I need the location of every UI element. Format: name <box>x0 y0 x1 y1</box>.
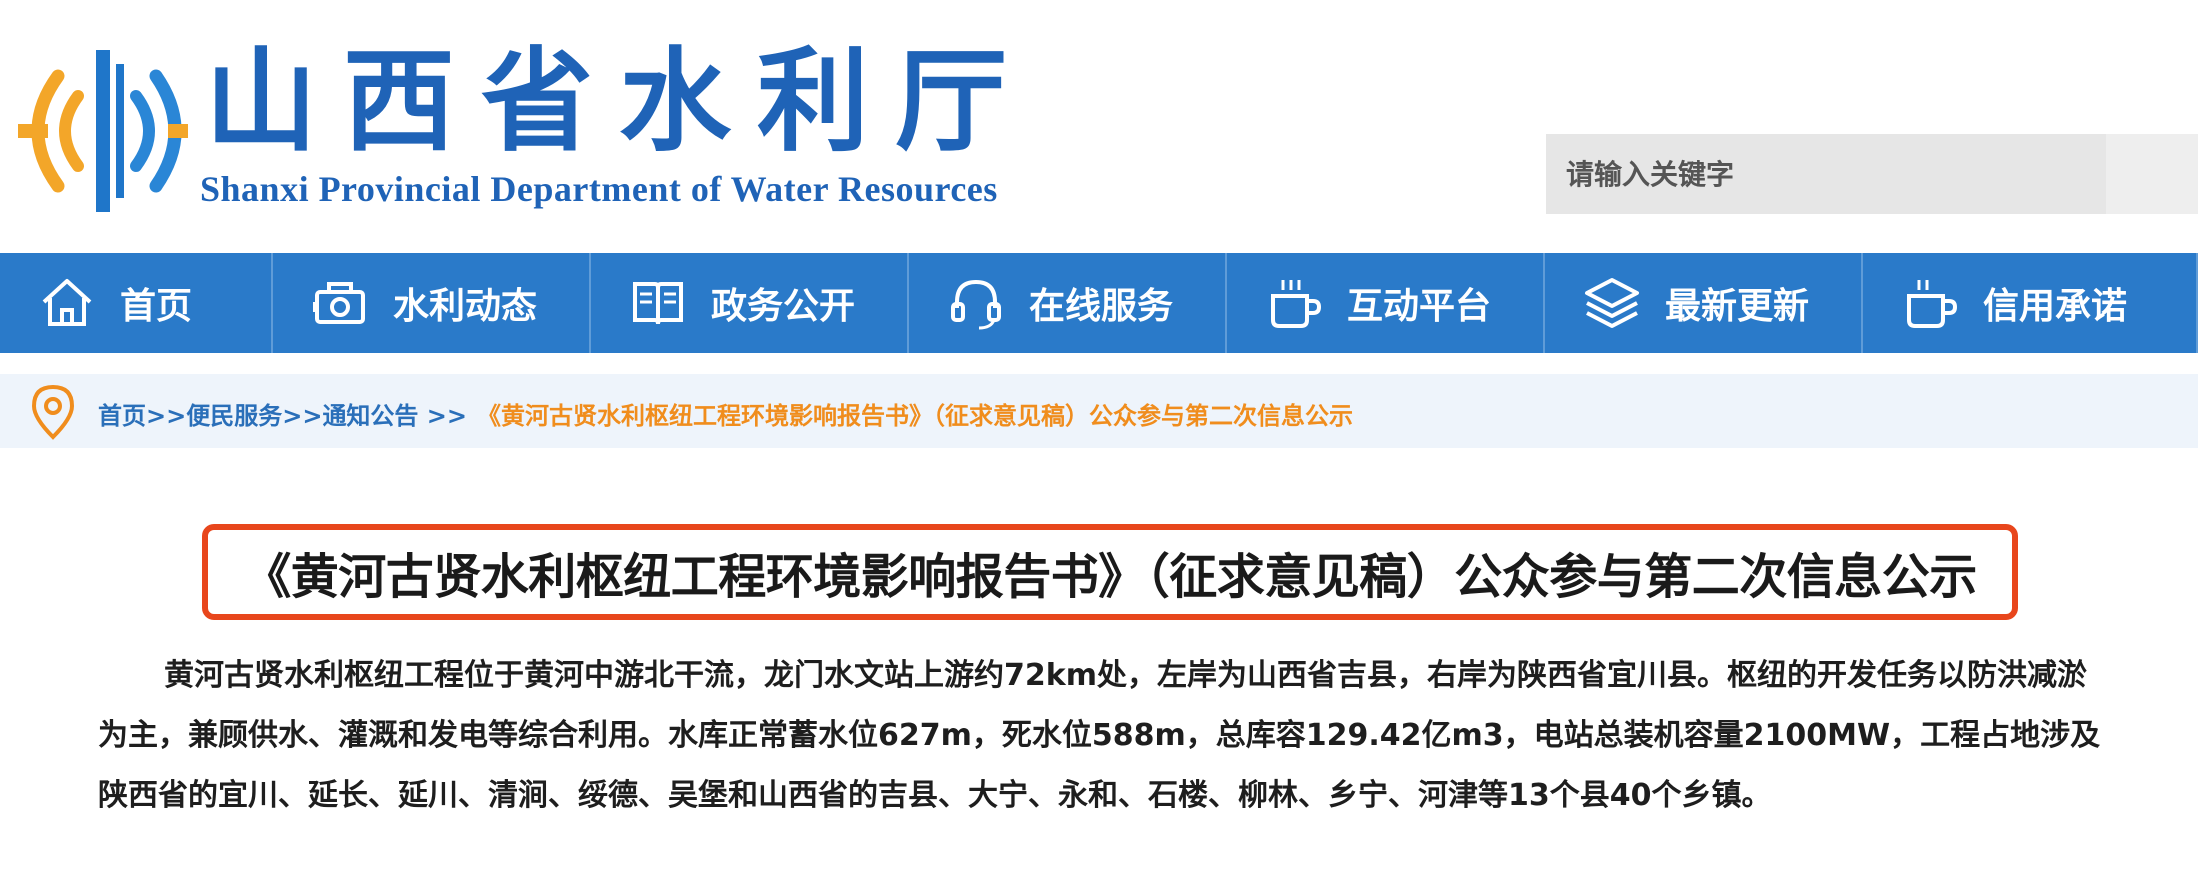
breadcrumb-bar: 首页>>便民服务>>通知公告 >> 《黄河古贤水利枢纽工程环境影响报告书》（征求意… <box>0 374 2198 448</box>
nav-item-home[interactable]: 首页 <box>0 253 273 353</box>
article-title-highlight: 《黄河古贤水利枢纽工程环境影响报告书》（征求意见稿）公众参与第二次信息公示 <box>202 524 2018 620</box>
location-pin-icon <box>31 384 75 440</box>
breadcrumb-separator: >> <box>146 402 187 430</box>
home-icon <box>38 274 96 332</box>
nav-item-label: 在线服务 <box>1029 286 1174 327</box>
breadcrumb-separator: >> <box>426 402 468 430</box>
camera-icon <box>311 274 369 332</box>
headset-icon <box>947 274 1005 332</box>
nav-item-gov-affairs[interactable]: 政务公开 <box>591 253 909 353</box>
breadcrumb: 首页>>便民服务>>通知公告 >> 《黄河古贤水利枢纽工程环境影响报告书》（征求意… <box>98 396 1353 431</box>
breadcrumb-service[interactable]: 便民服务 <box>186 402 282 430</box>
search-input[interactable] <box>1546 134 2106 214</box>
layers-icon <box>1583 274 1641 332</box>
site-logo-title[interactable]: 山西省水利厅 <box>205 38 1033 166</box>
main-nav: 首页 水利动态 政务公开 在线服务 互动平台 最新更新 信用承诺 <box>0 253 2198 353</box>
site-logo-subtitle: Shanxi Provincial Department of Water Re… <box>200 169 998 209</box>
search-box <box>1546 134 2198 214</box>
nav-item-latest-updates[interactable]: 最新更新 <box>1545 253 1863 353</box>
breadcrumb-current: 《黄河古贤水利枢纽工程环境影响报告书》（征求意见稿）公众参与第二次信息公示 <box>477 402 1354 430</box>
water-logo-icon <box>18 50 188 212</box>
breadcrumb-separator: >> <box>282 402 323 430</box>
nav-item-label: 首页 <box>120 286 193 327</box>
article-paragraph: 黄河古贤水利枢纽工程位于黄河中游北干流，龙门水文站上游约72km处，左岸为山西省… <box>98 658 2101 813</box>
breadcrumb-notice[interactable]: 通知公告 <box>322 402 418 430</box>
nav-item-label: 信用承诺 <box>1983 286 2128 327</box>
site-header: 山西省水利厅 Shanxi Provincial Department of W… <box>0 0 2198 252</box>
book-icon <box>629 274 687 332</box>
nav-item-credit-commitment[interactable]: 信用承诺 <box>1863 253 2198 353</box>
nav-item-label: 互动平台 <box>1347 286 1492 327</box>
article-body: 黄河古贤水利枢纽工程位于黄河中游北干流，龙门水文站上游约72km处，左岸为山西省… <box>98 646 2104 826</box>
cup-icon <box>1265 274 1323 332</box>
breadcrumb-home[interactable]: 首页 <box>98 402 146 430</box>
nav-item-label: 政务公开 <box>711 286 856 327</box>
nav-item-water-news[interactable]: 水利动态 <box>273 253 591 353</box>
nav-item-interaction[interactable]: 互动平台 <box>1227 253 1545 353</box>
search-button[interactable] <box>2106 134 2198 214</box>
nav-item-label: 最新更新 <box>1665 286 1810 327</box>
nav-item-online-service[interactable]: 在线服务 <box>909 253 1227 353</box>
article-title: 《黄河古贤水利枢纽工程环境影响报告书》（征求意见稿）公众参与第二次信息公示 <box>243 549 1977 605</box>
cup-icon <box>1901 274 1959 332</box>
nav-item-label: 水利动态 <box>393 286 538 327</box>
